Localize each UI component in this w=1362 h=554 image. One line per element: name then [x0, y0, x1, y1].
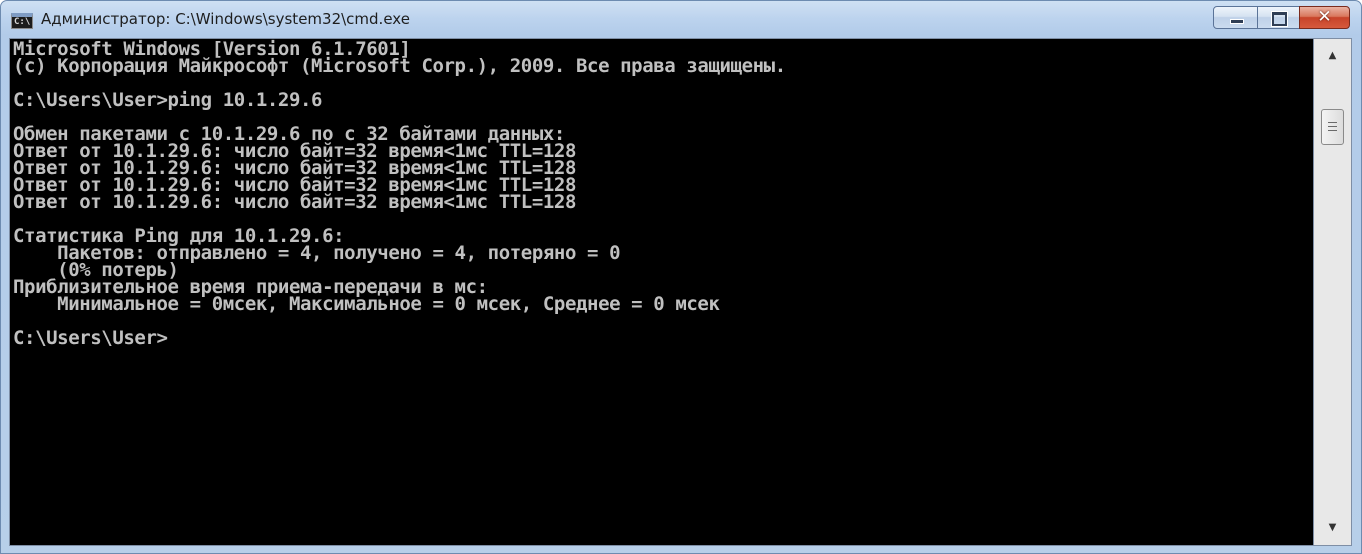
grip-line-icon [1328, 130, 1337, 131]
grip-line-icon [1328, 122, 1337, 123]
close-icon: ✕ [1317, 7, 1332, 27]
console-output[interactable]: Microsoft Windows [Version 6.1.7601] (c)… [9, 38, 1314, 546]
console-line: Ответ от 10.1.29.6: число байт=32 время<… [13, 191, 576, 213]
cmd-window: C:\ Администратор: C:\Windows\system32\c… [0, 0, 1362, 554]
minimize-icon [1230, 19, 1244, 24]
maximize-icon [1272, 12, 1287, 26]
command-prompt-line[interactable]: C:\Users\User> [13, 329, 1313, 348]
scroll-down-button[interactable]: ▼ [1314, 511, 1351, 545]
console-line: C:\Users\User>ping 10.1.29.6 [13, 89, 323, 111]
chevron-down-icon: ▼ [1328, 522, 1337, 533]
maximize-button[interactable] [1257, 6, 1300, 29]
minimize-button[interactable] [1213, 6, 1258, 29]
console-line: (c) Корпорация Майкрософт (Microsoft Cor… [13, 55, 786, 77]
window-title: Администратор: C:\Windows\system32\cmd.e… [41, 10, 410, 28]
console-line: Пакетов: отправлено = 4, получено = 4, п… [13, 242, 621, 264]
scrollbar-thumb[interactable] [1321, 109, 1344, 145]
title-bar[interactable]: C:\ Администратор: C:\Windows\system32\c… [1, 1, 1361, 39]
close-button[interactable]: ✕ [1299, 6, 1350, 29]
scroll-up-button[interactable]: ▲ [1314, 39, 1351, 73]
chevron-up-icon: ▲ [1328, 50, 1337, 61]
console-line: Минимальное = 0мсек, Максимальное = 0 мс… [13, 293, 720, 315]
cmd-app-icon[interactable]: C:\ [11, 13, 33, 29]
vertical-scrollbar[interactable]: ▲ ▼ [1314, 38, 1352, 546]
grip-line-icon [1328, 126, 1337, 127]
